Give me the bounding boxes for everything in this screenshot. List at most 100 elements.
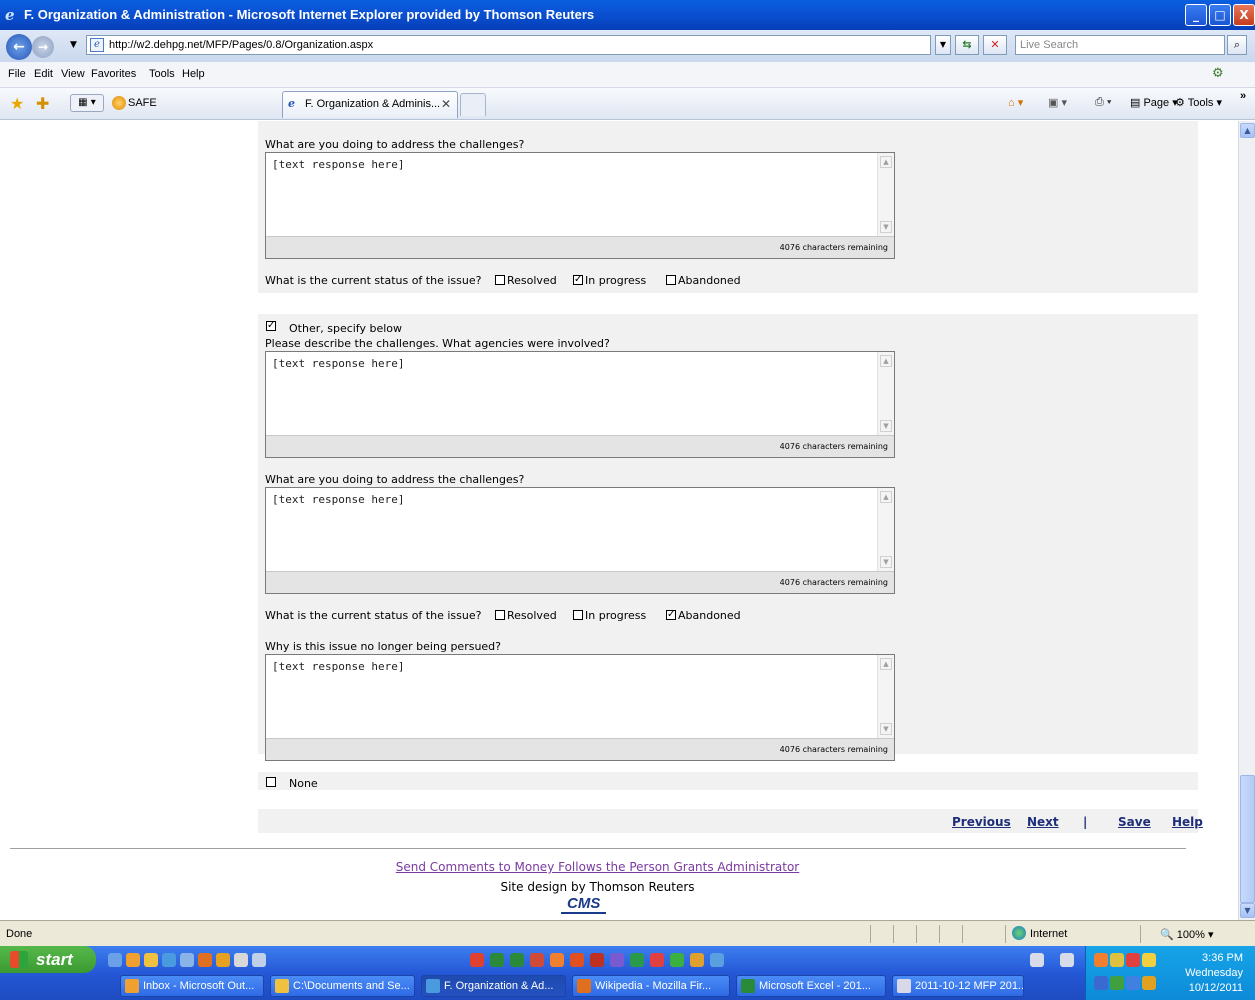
scroll-down-button[interactable]: ▼ bbox=[1240, 903, 1255, 918]
quicklaunch-icon-13[interactable] bbox=[530, 953, 544, 967]
taskbar-item-document[interactable]: 2011-10-12 MFP 201... bbox=[892, 975, 1024, 997]
search-icon[interactable]: ⌕ bbox=[1227, 35, 1247, 55]
quicklaunch-icon-11[interactable] bbox=[490, 953, 504, 967]
menu-tools[interactable]: Tools bbox=[149, 68, 175, 80]
describe-challenges-textarea[interactable]: [text response here] ▲ ▼ 4076 characters … bbox=[265, 351, 895, 458]
taskbar-item-excel[interactable]: Microsoft Excel - 201... bbox=[736, 975, 886, 997]
quicklaunch-icon-9[interactable] bbox=[252, 953, 266, 967]
help-link[interactable]: Help bbox=[1172, 815, 1203, 829]
quicklaunch-icon-15[interactable] bbox=[570, 953, 584, 967]
textarea-scrollbar[interactable]: ▲ ▼ bbox=[877, 153, 894, 236]
tray-icon-a[interactable] bbox=[1030, 953, 1044, 967]
quicklaunch-icon-2[interactable] bbox=[126, 953, 140, 967]
tray-icon-3[interactable] bbox=[1126, 953, 1140, 967]
add-favorite-icon[interactable]: ✚ bbox=[36, 94, 49, 113]
page-menu[interactable]: ▤ Page ▾ bbox=[1130, 96, 1178, 109]
none-checkbox[interactable] bbox=[266, 777, 276, 787]
quicklaunch-icon-1[interactable] bbox=[108, 953, 122, 967]
start-button[interactable]: start bbox=[0, 946, 96, 973]
forward-button[interactable]: → bbox=[32, 36, 54, 58]
taskbar-item-explorer[interactable]: C:\Documents and Se... bbox=[270, 975, 415, 997]
textarea-scrollbar[interactable]: ▲ ▼ bbox=[877, 352, 894, 435]
quicklaunch-icon-14[interactable] bbox=[550, 953, 564, 967]
quicklaunch-play-icon[interactable] bbox=[670, 953, 684, 967]
tray-icon-5[interactable] bbox=[1094, 976, 1108, 990]
taskbar-item-firefox[interactable]: Wikipedia - Mozilla Fir... bbox=[572, 975, 730, 997]
quicklaunch-acrobat-icon[interactable] bbox=[470, 953, 484, 967]
address-dropdown-button[interactable]: ▼ bbox=[935, 35, 951, 55]
live-search-input[interactable]: Live Search bbox=[1015, 35, 1225, 55]
quicklaunch-firefox-icon[interactable] bbox=[198, 953, 212, 967]
status2-abandoned-checkbox[interactable]: ✓ bbox=[666, 610, 676, 620]
textarea-scrollbar[interactable]: ▲ ▼ bbox=[877, 655, 894, 738]
tray-icon-2[interactable] bbox=[1110, 953, 1124, 967]
home-icon[interactable]: ⌂ ▾ bbox=[1008, 96, 1023, 109]
save-link[interactable]: Save bbox=[1118, 815, 1151, 829]
favorite-link-safe[interactable]: SAFE bbox=[128, 97, 157, 109]
textarea-scrollbar[interactable]: ▲ ▼ bbox=[877, 488, 894, 571]
taskbar-item-outlook[interactable]: Inbox - Microsoft Out... bbox=[120, 975, 264, 997]
quicklaunch-folder-icon[interactable] bbox=[144, 953, 158, 967]
tools-menu-label: Tools bbox=[1187, 97, 1214, 109]
minimize-button[interactable]: _ bbox=[1185, 4, 1207, 26]
tab-organization[interactable]: e F. Organization & Adminis... ✕ bbox=[282, 91, 458, 118]
maximize-button[interactable]: □ bbox=[1209, 4, 1231, 26]
tray-icon-8[interactable] bbox=[1142, 976, 1156, 990]
address-challenges-textarea[interactable]: [text response here] ▲ ▼ 4076 characters … bbox=[265, 152, 895, 259]
status2-resolved-checkbox[interactable] bbox=[495, 610, 505, 620]
chevron-more-icon[interactable]: » bbox=[1240, 90, 1246, 102]
quick-tabs-icon[interactable]: ▦ ▾ bbox=[70, 94, 104, 112]
scroll-thumb[interactable] bbox=[1240, 775, 1255, 903]
tab-close-icon[interactable]: ✕ bbox=[441, 92, 451, 116]
menu-edit[interactable]: Edit bbox=[34, 68, 53, 80]
address-challenges-textarea-2[interactable]: [text response here] ▲ ▼ 4076 characters … bbox=[265, 487, 895, 594]
quicklaunch-icon-5[interactable] bbox=[180, 953, 194, 967]
quicklaunch-icon-19[interactable] bbox=[650, 953, 664, 967]
quicklaunch-icon-18[interactable] bbox=[630, 953, 644, 967]
tray-lock-icon[interactable] bbox=[1142, 953, 1156, 967]
address-input[interactable]: e http://w2.dehpg.net/MFP/Pages/0.8/Orga… bbox=[86, 35, 931, 55]
back-button[interactable]: ← bbox=[6, 34, 32, 60]
quicklaunch-icon-22[interactable] bbox=[710, 953, 724, 967]
history-dropdown-icon[interactable]: ▼ bbox=[70, 40, 77, 50]
feeds-icon[interactable]: ▣ ▾ bbox=[1048, 96, 1067, 109]
menu-view[interactable]: View bbox=[61, 68, 85, 80]
quicklaunch-icon-21[interactable] bbox=[690, 953, 704, 967]
tray-icon-1[interactable] bbox=[1094, 953, 1108, 967]
why-not-pursued-textarea[interactable]: [text response here] ▲ ▼ 4076 characters … bbox=[265, 654, 895, 761]
tools-menu[interactable]: ⚙ Tools ▾ bbox=[1175, 96, 1222, 109]
quicklaunch-icon-16[interactable] bbox=[590, 953, 604, 967]
taskbar-item-ie[interactable]: F. Organization & Ad... bbox=[421, 975, 566, 997]
print-icon[interactable]: ⎙ ▾ bbox=[1095, 96, 1111, 109]
quicklaunch-excel-icon[interactable] bbox=[510, 953, 524, 967]
menu-favorites[interactable]: Favorites bbox=[91, 68, 136, 80]
status-in-progress-checkbox[interactable]: ✓ bbox=[573, 275, 583, 285]
new-tab-button[interactable] bbox=[460, 93, 486, 116]
next-link[interactable]: Next bbox=[1027, 815, 1059, 829]
quicklaunch-ie-icon[interactable] bbox=[162, 953, 176, 967]
menu-help[interactable]: Help bbox=[182, 68, 205, 80]
status2-in-progress-checkbox[interactable] bbox=[573, 610, 583, 620]
help-icon[interactable] bbox=[1060, 953, 1074, 967]
quicklaunch-icon-17[interactable] bbox=[610, 953, 624, 967]
quicklaunch-icon-8[interactable] bbox=[234, 953, 248, 967]
scroll-up-button[interactable]: ▲ bbox=[1240, 123, 1255, 138]
previous-link[interactable]: Previous bbox=[952, 815, 1011, 829]
other-checkbox[interactable]: ✓ bbox=[266, 321, 276, 331]
zone-text: Internet bbox=[1030, 928, 1068, 940]
clock[interactable]: 3:36 PM Wednesday 10/12/2011 bbox=[1185, 951, 1243, 996]
tray-icon-6[interactable] bbox=[1110, 976, 1124, 990]
menu-file[interactable]: File bbox=[8, 68, 26, 80]
stop-button[interactable]: ✕ bbox=[983, 35, 1007, 55]
toolbar-extension-icon[interactable]: ⚙ bbox=[1212, 66, 1224, 81]
zoom-control[interactable]: 🔍 100% ▾ bbox=[1160, 928, 1213, 941]
refresh-button[interactable]: ⇆ bbox=[955, 35, 979, 55]
quicklaunch-icon-7[interactable] bbox=[216, 953, 230, 967]
page-scrollbar[interactable]: ▲ ▼ bbox=[1238, 121, 1255, 920]
tray-network-icon[interactable] bbox=[1126, 976, 1140, 990]
status-abandoned-checkbox[interactable] bbox=[666, 275, 676, 285]
favorites-star-icon[interactable]: ★ bbox=[10, 94, 24, 113]
status-resolved-checkbox[interactable] bbox=[495, 275, 505, 285]
close-button[interactable]: X bbox=[1233, 4, 1255, 26]
send-comments-text[interactable]: Send Comments to Money Follows the Perso… bbox=[396, 860, 799, 874]
